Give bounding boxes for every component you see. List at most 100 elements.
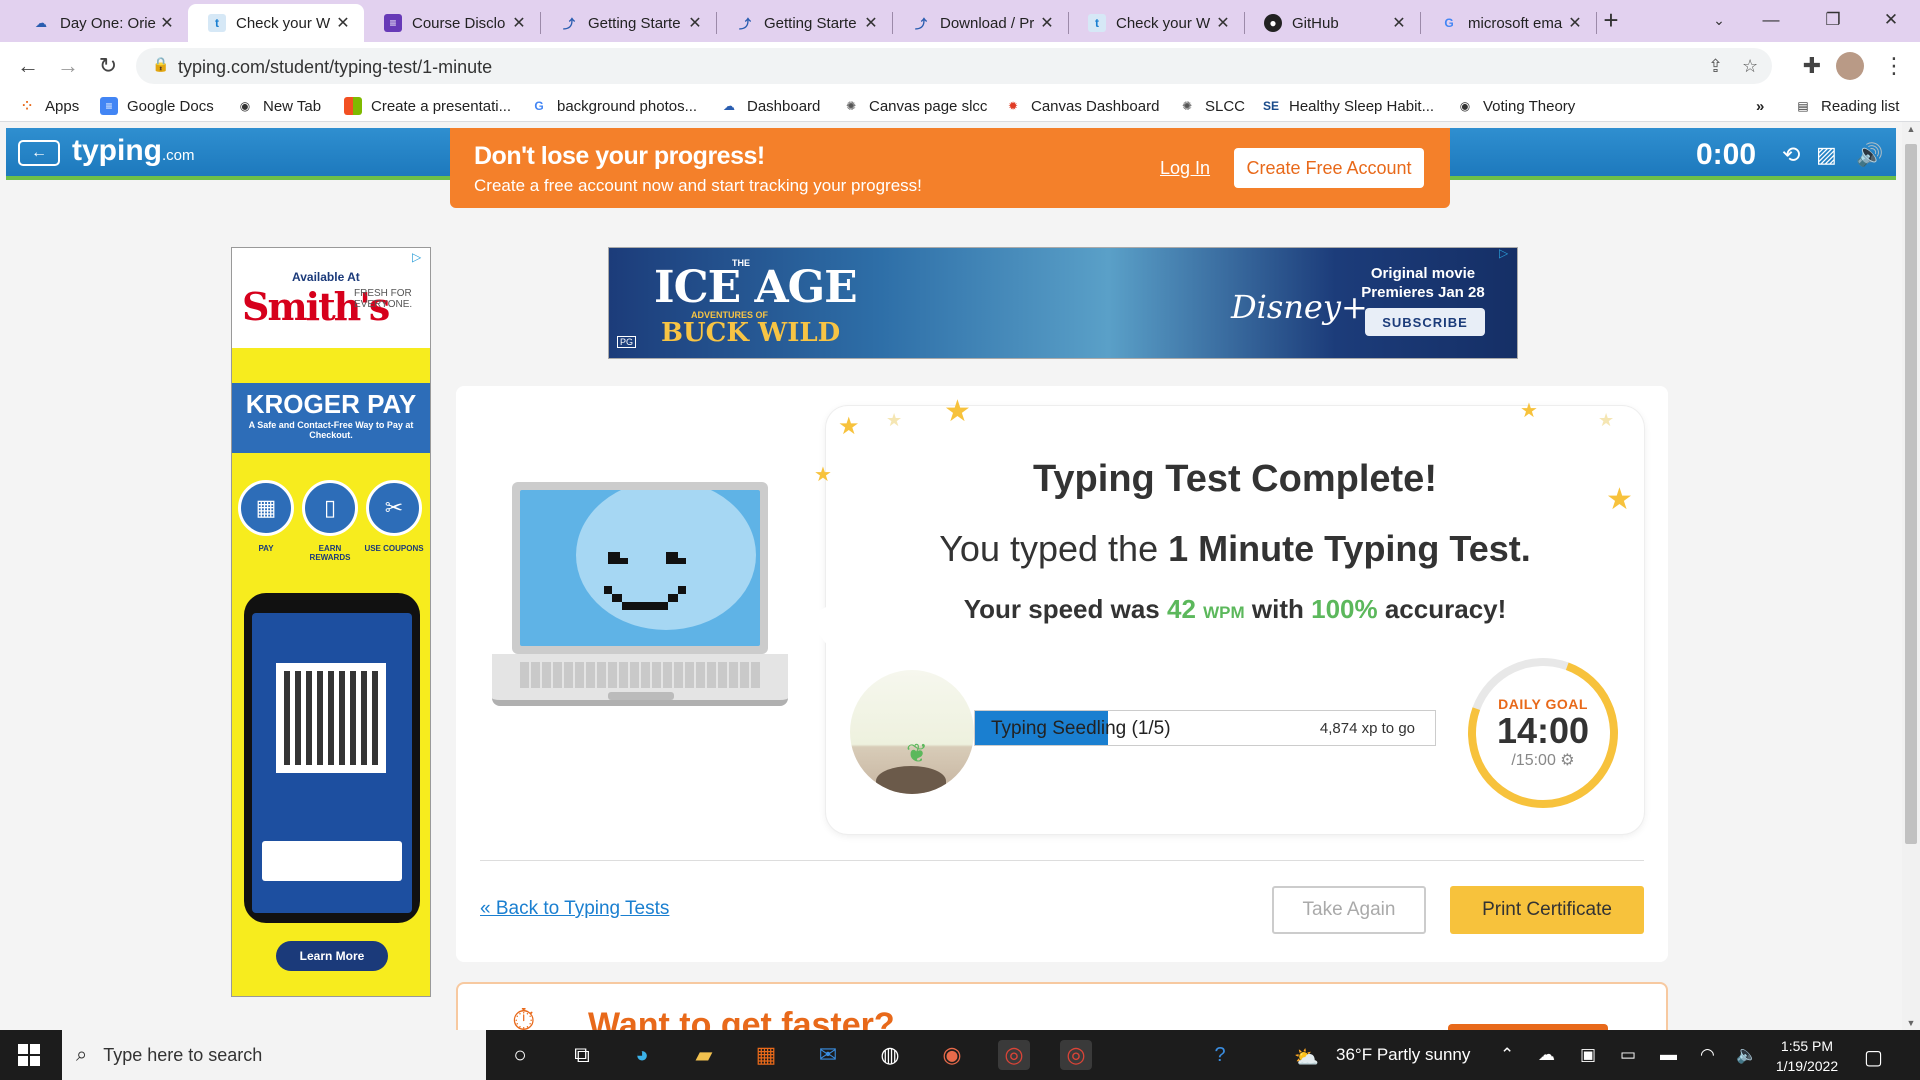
extensions-icon[interactable]: ✚ [1796, 50, 1828, 82]
close-icon[interactable]: ✕ [684, 13, 706, 33]
sprout-icon: ❦ [906, 738, 928, 768]
left-advertisement[interactable]: Available At Smith's FRESH FOR EVERYONE.… [231, 247, 431, 997]
keyboard-settings-icon[interactable]: ▨ [1816, 142, 1837, 168]
battery-icon[interactable]: ▬ [1660, 1045, 1677, 1065]
close-icon[interactable]: ✕ [1564, 13, 1586, 33]
menu-dots-icon[interactable]: ⋮ [1878, 50, 1910, 82]
bookmark-google-docs[interactable]: ≡ Google Docs [100, 95, 214, 117]
scroll-up-icon[interactable]: ▲ [1902, 124, 1920, 134]
bookmark-voting-theory[interactable]: ◉ Voting Theory [1456, 95, 1576, 117]
adchoices-icon[interactable]: ▷ [1499, 246, 1515, 262]
tab-2[interactable]: t Check your W ✕ [188, 4, 364, 42]
scroll-down-icon[interactable]: ▼ [1902, 1018, 1920, 1028]
close-icon[interactable]: ✕ [508, 13, 530, 33]
address-bar[interactable]: 🔒 typing.com/student/typing-test/1-minut… [136, 48, 1772, 84]
tab-3[interactable]: ≡ Course Disclo ✕ [364, 4, 540, 42]
print-certificate-button[interactable]: Print Certificate [1450, 886, 1644, 934]
ad-subscribe-button[interactable]: SUBSCRIBE [1365, 308, 1485, 336]
reading-list-button[interactable]: ▤ Reading list [1794, 95, 1899, 117]
top-banner-advertisement[interactable]: THE ICE AGE ADVENTURES OF BUCK WILD PG D… [608, 246, 1518, 359]
bookmark-label: Healthy Sleep Habit... [1289, 97, 1435, 115]
tab-search-icon[interactable]: ⌄ [1694, 0, 1744, 40]
volume-muted-icon[interactable]: 🔈 [1736, 1045, 1757, 1065]
login-link[interactable]: Log In [1160, 158, 1210, 179]
tab-4[interactable]: ⤴ Getting Starte ✕ [540, 4, 716, 42]
tray-chevron-icon[interactable]: ⌃ [1500, 1045, 1514, 1065]
bookmark-canvas-page-slcc[interactable]: ✺ Canvas page slcc [842, 95, 987, 117]
wifi-icon[interactable]: ◠ [1700, 1045, 1715, 1065]
store-icon[interactable]: ▦ [750, 1040, 782, 1070]
help-icon[interactable]: ? [1204, 1040, 1236, 1070]
weather-icon[interactable]: ⛅ [1294, 1045, 1319, 1070]
site-logo[interactable]: typing.com [72, 134, 195, 168]
sound-icon[interactable]: 🔊 [1856, 142, 1883, 168]
bookmark-new-tab[interactable]: ◉ New Tab [236, 95, 321, 117]
close-window-button[interactable]: ✕ [1866, 0, 1916, 40]
minimize-button[interactable]: — [1746, 0, 1796, 40]
bookmark-slcc[interactable]: ✺ SLCC [1178, 95, 1245, 117]
new-tab-button[interactable]: + [1586, 0, 1636, 40]
display-icon[interactable]: ▭ [1620, 1045, 1636, 1065]
get-faster-title: Want to get faster? [588, 1006, 895, 1030]
tab-1[interactable]: ☁ Day One: Orie ✕ [12, 4, 188, 42]
back-arrow-icon[interactable]: ← [12, 50, 44, 82]
cortana-icon[interactable]: ○ [504, 1040, 536, 1070]
tab-9[interactable]: Gmicrosoft ema ✕ [1420, 4, 1596, 42]
tab-5[interactable]: ⤴ Getting Starte ✕ [716, 4, 892, 42]
notifications-icon[interactable]: ▢ [1864, 1045, 1883, 1070]
app-icon[interactable]: ◍ [874, 1040, 906, 1070]
url-text[interactable]: typing.com/student/typing-test/1-minute [178, 57, 492, 78]
bookmark-background-photos[interactable]: Gbackground photos... [530, 95, 697, 117]
windows-start-icon[interactable] [18, 1044, 40, 1066]
scrollbar-thumb[interactable] [1905, 144, 1917, 844]
learn-more-button[interactable]: Learn More [276, 941, 388, 971]
reload-icon[interactable]: ↻ [92, 50, 124, 82]
lock-icon[interactable]: 🔒 [152, 56, 169, 73]
tab-8[interactable]: ● GitHub ✕ [1244, 4, 1420, 42]
bookmark-create-presentation[interactable]: Create a presentati... [344, 95, 511, 117]
bookmark-apps[interactable]: ⁘ Apps [18, 95, 79, 117]
weather-text[interactable]: 36°F Partly sunny [1336, 1045, 1470, 1065]
back-to-tests-link[interactable]: « Back to Typing Tests [480, 898, 669, 920]
search-placeholder: Type here to search [103, 1044, 263, 1065]
close-icon[interactable]: ✕ [1212, 13, 1234, 33]
profile-avatar[interactable] [1836, 52, 1864, 80]
page-scrollbar[interactable]: ▲ ▼ [1902, 122, 1920, 1030]
edge-icon[interactable]: ◕ [626, 1040, 658, 1070]
task-view-icon[interactable]: ⧉ [566, 1040, 598, 1070]
adchoices-icon[interactable]: ▷ [412, 250, 428, 266]
forward-arrow-icon[interactable]: → [52, 50, 84, 82]
bookmark-healthy-sleep[interactable]: SE Healthy Sleep Habit... [1262, 95, 1434, 117]
restore-button[interactable]: ❐ [1808, 0, 1858, 40]
tab-6[interactable]: ⤴ Download / Pr ✕ [892, 4, 1068, 42]
bookmarks-overflow-button[interactable]: » [1756, 95, 1764, 117]
tab-7[interactable]: t Check your W ✕ [1068, 4, 1244, 42]
chrome-icon[interactable]: ◎ [998, 1040, 1030, 1070]
close-icon[interactable]: ✕ [1036, 13, 1058, 33]
media-app-icon[interactable]: ◉ [936, 1040, 968, 1070]
mail-icon[interactable]: ✉ [812, 1040, 844, 1070]
chrome-profile-icon[interactable]: ◎ [1060, 1040, 1092, 1070]
close-icon[interactable]: ✕ [860, 13, 882, 33]
close-icon[interactable]: ✕ [332, 13, 354, 33]
system-clock[interactable]: 1:55 PM 1/19/2022 [1764, 1036, 1850, 1076]
share-icon[interactable]: ⇪ [1708, 56, 1723, 77]
gear-icon[interactable]: ⚙ [1560, 752, 1574, 769]
mascot-smile [668, 594, 678, 602]
bookmark-dashboard[interactable]: ☁ Dashboard [720, 95, 820, 117]
bookmark-star-icon[interactable]: ☆ [1742, 56, 1758, 77]
create-account-button[interactable]: Create Free Account [1234, 148, 1424, 188]
taskbar-search-box[interactable]: ⌕ Type here to search [62, 1030, 486, 1080]
onedrive-icon[interactable]: ☁ [1538, 1045, 1555, 1065]
take-again-button[interactable]: Take Again [1272, 886, 1426, 934]
file-explorer-icon[interactable]: ▰ [688, 1040, 720, 1070]
device-icon[interactable]: ▣ [1580, 1045, 1596, 1065]
typing-icon: t [208, 14, 226, 32]
close-icon[interactable]: ✕ [156, 13, 178, 33]
history-icon[interactable]: ⟲ [1782, 142, 1800, 168]
back-arrow-icon[interactable]: ← [18, 140, 60, 166]
bookmark-canvas-dashboard[interactable]: ✹ Canvas Dashboard [1004, 95, 1159, 117]
signup-promo-banner: Don't lose your progress! Create a free … [450, 128, 1450, 208]
get-faster-section: ⏱ Want to get faster? [456, 982, 1668, 1030]
close-icon[interactable]: ✕ [1388, 13, 1410, 33]
